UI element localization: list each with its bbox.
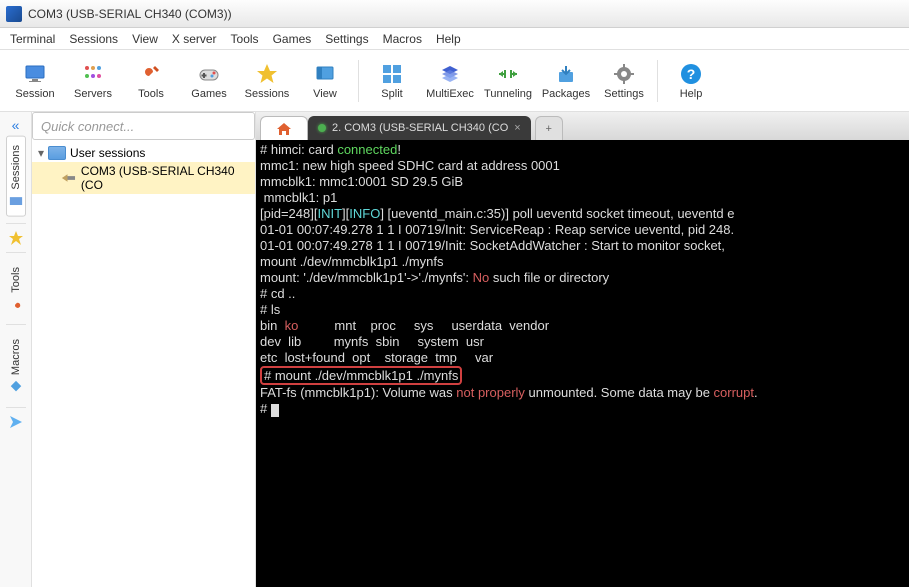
wrench-icon — [139, 62, 163, 86]
terminal[interactable]: # himci: card connected! mmc1: new high … — [256, 140, 909, 587]
tab-new[interactable]: + — [535, 116, 563, 140]
gear-icon — [612, 62, 636, 86]
menu-games[interactable]: Games — [273, 32, 312, 46]
pkg-icon — [554, 62, 578, 86]
grid-icon — [81, 62, 105, 86]
home-icon — [276, 122, 292, 136]
left-tab-tools[interactable]: Tools — [7, 259, 25, 319]
menubar: Terminal Sessions View X server Tools Ga… — [0, 28, 909, 50]
monitor-icon — [23, 62, 47, 86]
star-icon — [255, 62, 279, 86]
left-tab-bar: « Sessions Tools Macros — [0, 112, 32, 587]
menu-macros[interactable]: Macros — [383, 32, 422, 46]
toolbar-session[interactable]: Session — [6, 52, 64, 110]
menu-tools[interactable]: Tools — [231, 32, 259, 46]
main-area: « Sessions Tools Macros Quick connect...… — [0, 112, 909, 587]
tree-root[interactable]: ▾ User sessions — [32, 144, 255, 162]
left-tab-sessions[interactable]: Sessions — [6, 136, 26, 217]
toolbar: Session Servers Tools Games Sessions Vie… — [0, 50, 909, 112]
star-small-icon[interactable] — [8, 230, 24, 246]
toolbar-sessions[interactable]: Sessions — [238, 52, 296, 110]
svg-text:?: ? — [687, 66, 696, 82]
menu-help[interactable]: Help — [436, 32, 461, 46]
macros-small-icon — [9, 379, 23, 393]
toolbar-tunneling[interactable]: Tunneling — [479, 52, 537, 110]
window-title: COM3 (USB-SERIAL CH340 (COM3)) — [28, 7, 232, 21]
view-icon — [313, 62, 337, 86]
wrench-small-icon — [9, 296, 23, 310]
plus-icon: + — [545, 123, 551, 135]
session-tree: ▾ User sessions COM3 (USB-SERIAL CH340 (… — [32, 140, 255, 587]
content-area: 2. COM3 (USB-SERIAL CH340 (CO × + # himc… — [256, 112, 909, 587]
toolbar-multiexec[interactable]: MultiExec — [421, 52, 479, 110]
tab-label: 2. COM3 (USB-SERIAL CH340 (CO — [332, 122, 508, 134]
menu-terminal[interactable]: Terminal — [10, 32, 55, 46]
titlebar: COM3 (USB-SERIAL CH340 (COM3)) — [0, 0, 909, 28]
tree-item-com3[interactable]: COM3 (USB-SERIAL CH340 (CO — [32, 162, 255, 194]
send-icon[interactable] — [8, 414, 24, 430]
tunnel-icon — [496, 62, 520, 86]
help-icon: ? — [679, 62, 703, 86]
app-icon — [6, 6, 22, 22]
toolbar-view[interactable]: View — [296, 52, 354, 110]
cursor — [271, 404, 279, 417]
highlighted-command: # mount ./dev/mmcblk1p1 ./mynfs — [260, 366, 462, 385]
toolbar-servers[interactable]: Servers — [64, 52, 122, 110]
tab-strip: 2. COM3 (USB-SERIAL CH340 (CO × + — [256, 112, 909, 140]
menu-sessions[interactable]: Sessions — [69, 32, 118, 46]
menu-settings[interactable]: Settings — [325, 32, 368, 46]
toolbar-settings[interactable]: Settings — [595, 52, 653, 110]
serial-icon — [60, 171, 77, 185]
tree-item-label: COM3 (USB-SERIAL CH340 (CO — [81, 164, 249, 192]
sessions-small-icon — [9, 194, 23, 208]
toolbar-tools[interactable]: Tools — [122, 52, 180, 110]
toolbar-separator — [358, 60, 359, 102]
tree-root-label: User sessions — [70, 146, 145, 160]
toolbar-separator — [657, 60, 658, 102]
toolbar-packages[interactable]: Packages — [537, 52, 595, 110]
left-tab-macros[interactable]: Macros — [7, 331, 25, 401]
toolbar-split[interactable]: Split — [363, 52, 421, 110]
status-dot-icon — [318, 124, 326, 132]
expand-icon: ▾ — [38, 146, 44, 160]
menu-x-server[interactable]: X server — [172, 32, 217, 46]
toolbar-help[interactable]: ?Help — [662, 52, 720, 110]
menu-view[interactable]: View — [132, 32, 158, 46]
collapse-icon[interactable]: « — [12, 118, 20, 132]
sidebar: Quick connect... ▾ User sessions COM3 (U… — [32, 112, 256, 587]
toolbar-games[interactable]: Games — [180, 52, 238, 110]
quick-connect-input[interactable]: Quick connect... — [32, 112, 255, 140]
tab-home[interactable] — [260, 116, 308, 140]
folder-icon — [48, 146, 66, 160]
tab-active[interactable]: 2. COM3 (USB-SERIAL CH340 (CO × — [308, 116, 531, 140]
split-icon — [380, 62, 404, 86]
multi-icon — [438, 62, 462, 86]
gamepad-icon — [197, 62, 221, 86]
tab-close-icon[interactable]: × — [514, 122, 520, 134]
